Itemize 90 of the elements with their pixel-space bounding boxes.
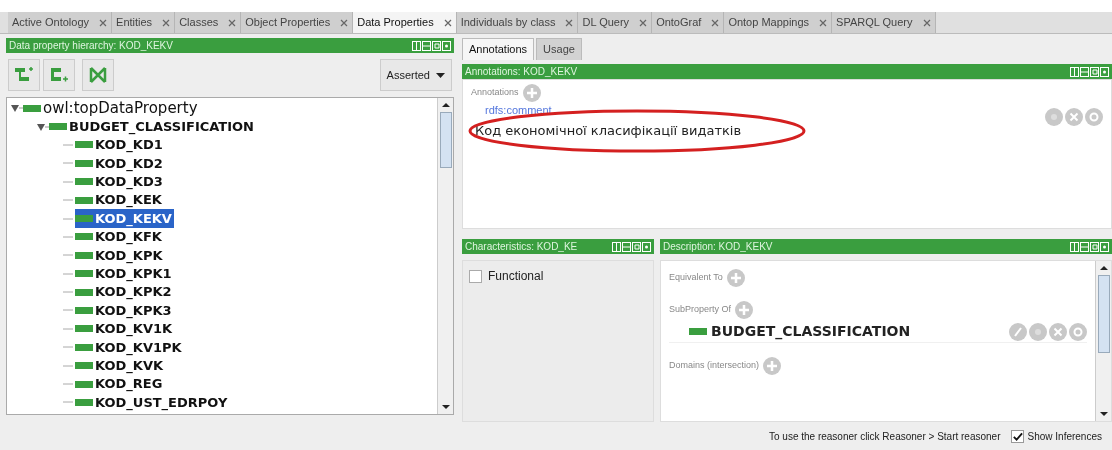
close-icon[interactable]: [228, 18, 237, 27]
add-sibling-icon: [49, 67, 69, 83]
close-icon[interactable]: [711, 18, 720, 27]
tree-item[interactable]: KOD_KEKV: [75, 208, 174, 229]
delete-icon: [88, 66, 108, 84]
annotation-property[interactable]: rdfs:comment: [485, 102, 742, 119]
tree-item[interactable]: KOD_KPK3: [75, 300, 174, 321]
close-icon[interactable]: [639, 18, 648, 27]
tab[interactable]: Active Ontology: [8, 12, 113, 33]
property-icon: [75, 343, 93, 351]
property-icon: [75, 196, 93, 204]
section-label: Annotations: [471, 86, 519, 100]
delete-button[interactable]: [82, 59, 114, 91]
tab[interactable]: Data Properties: [353, 12, 457, 33]
caret-icon: [436, 72, 445, 78]
property-icon: [75, 270, 93, 278]
section-label: Equivalent To: [669, 271, 723, 285]
property-icon: [75, 178, 93, 186]
close-icon[interactable]: [565, 18, 574, 27]
property-icon: [75, 233, 93, 241]
tree-item[interactable]: KOD_KD3: [75, 172, 165, 192]
property-icon: [75, 141, 93, 149]
close-icon[interactable]: [922, 18, 931, 27]
tab[interactable]: Ontop Mappings: [724, 12, 833, 33]
tree-item[interactable]: KOD_KD1: [75, 135, 165, 155]
property-icon: [75, 307, 93, 314]
tree-item[interactable]: KOD_KFK: [75, 227, 164, 247]
property-icon: [75, 398, 93, 406]
panel-title: Annotations: KOD_KEKV: [465, 66, 578, 77]
panel-title: Data property hierarchy: KOD_KEKV: [9, 40, 173, 51]
close-icon[interactable]: [162, 18, 171, 27]
property-icon: [689, 328, 707, 335]
tab[interactable]: OntoGraf: [652, 12, 725, 33]
checkbox[interactable]: [1010, 429, 1024, 443]
tab[interactable]: SPARQL Query: [832, 12, 936, 33]
scroll-thumb[interactable]: [1097, 275, 1110, 353]
property-icon: [49, 123, 67, 131]
property-icon: [75, 159, 93, 167]
tree-item[interactable]: KOD_REG: [75, 374, 165, 394]
checkbox-label[interactable]: Functional: [488, 267, 544, 285]
close-icon[interactable]: [819, 18, 828, 27]
tab[interactable]: Classes: [175, 12, 242, 33]
mode-dropdown[interactable]: Asserted: [379, 59, 452, 91]
scroll-thumb[interactable]: [439, 112, 452, 168]
tab[interactable]: Individuals by class: [456, 12, 579, 33]
property-icon: [75, 380, 93, 388]
check-icon: [1011, 430, 1023, 442]
section-label: SubProperty Of: [669, 303, 732, 317]
expanded-icon[interactable]: [37, 122, 45, 131]
tree-item[interactable]: KOD_UST_EDRPOY: [75, 392, 230, 413]
property-item[interactable]: BUDGET_CLASSIFICATION: [689, 321, 911, 342]
add-child-icon: [14, 67, 34, 83]
property-icon: [75, 325, 93, 333]
close-icon[interactable]: [443, 18, 452, 27]
tree-item[interactable]: KOD_KPK2: [75, 282, 174, 302]
scrollbar[interactable]: [1095, 261, 1111, 421]
view-controls-icon[interactable]: [1070, 66, 1109, 77]
checkbox[interactable]: [469, 269, 482, 283]
tab[interactable]: Annotations: [462, 38, 535, 60]
tree-item[interactable]: KOD_KPK1: [75, 263, 174, 284]
property-icon: [75, 251, 93, 259]
property-icon: [75, 288, 93, 296]
tab[interactable]: Object Properties: [241, 12, 354, 33]
view-controls-icon[interactable]: [612, 241, 651, 252]
panel-title: Characteristics: KOD_KE: [465, 241, 578, 252]
tab[interactable]: Usage: [536, 38, 582, 60]
property-icon: [23, 104, 41, 112]
tree-item[interactable]: KOD_KVK: [75, 355, 166, 376]
tree-item[interactable]: KOD_KV1K: [75, 319, 175, 339]
property-icon: [75, 215, 93, 223]
view-controls-icon[interactable]: [412, 40, 451, 51]
expanded-icon[interactable]: [11, 104, 19, 113]
tab[interactable]: Entities: [112, 12, 176, 33]
tree-item[interactable]: KOD_KV1PK: [75, 337, 184, 358]
scrollbar[interactable]: [437, 98, 453, 414]
add-sibling-button[interactable]: [43, 59, 75, 91]
close-icon[interactable]: [99, 18, 108, 27]
tree-item[interactable]: KOD_KEK: [75, 190, 164, 210]
checkbox-label[interactable]: Show Inferences: [1027, 428, 1102, 444]
tab[interactable]: DL Query: [578, 12, 653, 33]
view-controls-icon[interactable]: [1070, 241, 1109, 252]
close-icon[interactable]: [340, 18, 349, 27]
add-subproperty-button[interactable]: [8, 59, 40, 91]
property-icon: [75, 362, 93, 370]
status-message: To use the reasoner click Reasoner > Start reasoner: [769, 429, 1001, 444]
annotation-value: Код економічної класифікації видатків: [475, 121, 742, 140]
tree-item[interactable]: KOD_KD2: [75, 153, 165, 174]
section-label: Domains (intersection): [669, 359, 760, 373]
tree-item[interactable]: KOD_KPK: [75, 245, 165, 266]
panel-title: Description: KOD_KEKV: [663, 241, 773, 252]
